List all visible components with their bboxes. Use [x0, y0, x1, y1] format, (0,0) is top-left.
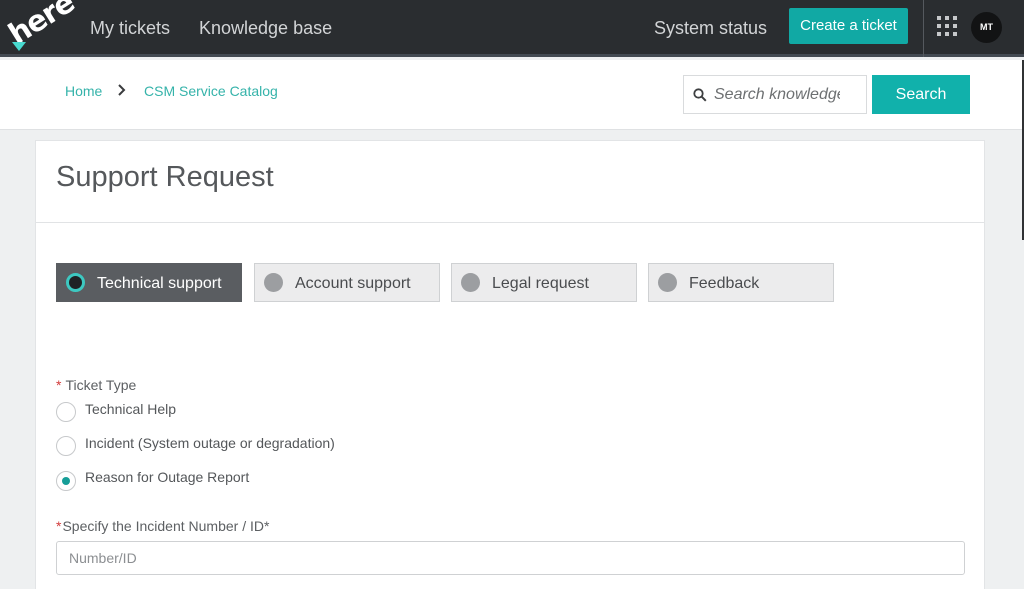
radio-reason-for-outage-report[interactable]: [56, 471, 76, 491]
app-launcher-grid-icon[interactable]: [937, 16, 957, 36]
nav-my-tickets[interactable]: My tickets: [90, 17, 170, 39]
category-account-support[interactable]: Account support: [254, 263, 440, 302]
radio-selected-icon: [66, 273, 85, 292]
create-ticket-button[interactable]: Create a ticket: [789, 8, 908, 44]
chevron-right-icon: [118, 84, 126, 96]
breadcrumb-csm-service-catalog[interactable]: CSM Service Catalog: [144, 83, 278, 99]
category-technical-support[interactable]: Technical support: [56, 263, 242, 302]
search-input[interactable]: [714, 82, 840, 108]
category-label: Legal request: [492, 275, 589, 292]
top-navigation-bar: here My tickets Knowledge base System st…: [0, 0, 1024, 57]
breadcrumb-home[interactable]: Home: [65, 83, 102, 99]
required-asterisk: *: [56, 518, 62, 534]
incident-number-input[interactable]: [56, 541, 965, 575]
category-label: Technical support: [97, 275, 222, 292]
here-logo[interactable]: here: [2, 0, 80, 52]
page-title: Support Request: [56, 161, 274, 193]
radio-unselected-icon: [461, 273, 480, 292]
radio-incident[interactable]: [56, 436, 76, 456]
radio-label-reason-for-outage-report[interactable]: Reason for Outage Report: [85, 469, 249, 485]
logo-triangle-icon: [12, 42, 26, 51]
search-box: [683, 75, 867, 114]
category-label: Account support: [295, 275, 411, 292]
nav-knowledge-base[interactable]: Knowledge base: [199, 17, 332, 39]
header-divider: [923, 0, 924, 57]
radio-unselected-icon: [658, 273, 677, 292]
search-button[interactable]: Search: [872, 75, 970, 114]
radio-label-incident[interactable]: Incident (System outage or degradation): [85, 435, 335, 451]
support-request-card: Support Request Technical support Accoun…: [35, 140, 985, 589]
ticket-type-label: * Ticket Type: [56, 377, 136, 393]
category-legal-request[interactable]: Legal request: [451, 263, 637, 302]
category-label: Feedback: [689, 275, 760, 292]
user-avatar[interactable]: MT: [971, 12, 1002, 43]
radio-technical-help[interactable]: [56, 402, 76, 422]
radio-label-technical-help[interactable]: Technical Help: [85, 401, 176, 417]
ticket-type-text: Ticket Type: [65, 377, 137, 393]
incident-number-text: Specify the Incident Number / ID*: [62, 518, 270, 534]
radio-unselected-icon: [264, 273, 283, 292]
category-feedback[interactable]: Feedback: [648, 263, 834, 302]
nav-system-status[interactable]: System status: [654, 17, 767, 39]
breadcrumb-search-bar: Home CSM Service Catalog Search: [0, 60, 1024, 130]
required-asterisk: *: [56, 377, 62, 393]
title-divider: [36, 222, 984, 223]
incident-number-label: *Specify the Incident Number / ID*: [56, 518, 269, 534]
search-icon: [693, 88, 707, 102]
